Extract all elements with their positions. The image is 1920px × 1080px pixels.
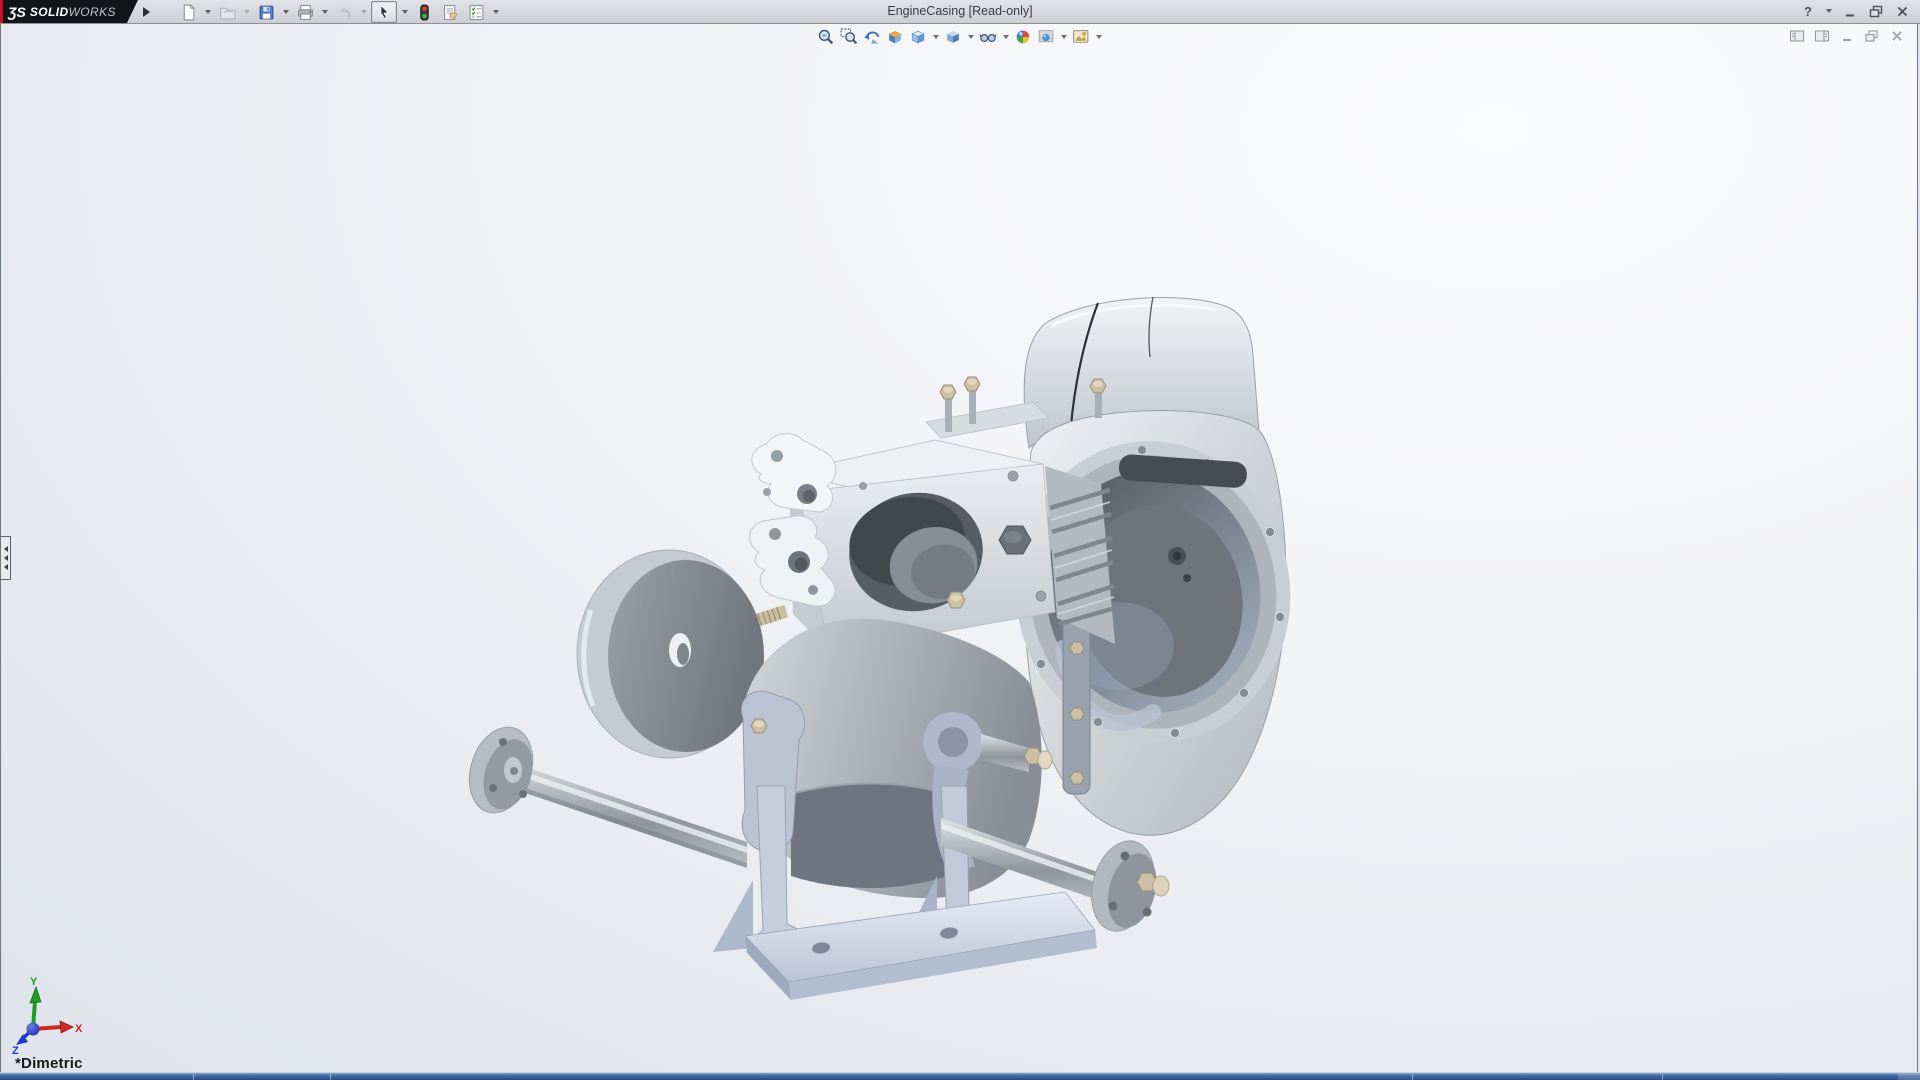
help-button[interactable]: ? [1798,2,1818,20]
close-button[interactable] [1892,2,1912,20]
triad-y-label: Y [30,976,38,988]
triad-origin-ball [27,1023,40,1036]
help-dropdown[interactable] [1824,2,1834,20]
restore-button[interactable] [1866,2,1886,20]
status-divider [1412,1074,1413,1080]
status-divider [330,1074,331,1080]
collapse-arrow-icon [4,546,8,552]
graphics-area[interactable]: Y X Z *Dimetric [0,24,1918,1073]
status-divider [1662,1074,1663,1080]
collapse-arrow-icon [4,555,8,561]
solidworks-window: ƷS SOLIDWORKS [0,0,1920,1080]
triad-x-arrow [60,1021,73,1033]
triad-z-label: Z [12,1045,19,1055]
window-title: EngineCasing [Read-only] [0,4,1920,18]
triad-y-arrow [30,987,41,1003]
orientation-triad: Y X Z [11,975,83,1055]
resize-grip[interactable] [1898,1073,1920,1080]
status-bar [0,1072,1920,1080]
close-icon [1896,5,1909,18]
triad-x-label: X [75,1023,83,1035]
engine-casing-model[interactable] [1,24,1919,1073]
restore-icon [1869,5,1883,18]
featuremanager-collapsed-tab[interactable] [1,536,11,580]
title-bar: ƷS SOLIDWORKS [0,0,1920,24]
minimize-icon [1844,5,1857,18]
status-divider [193,1074,194,1080]
view-orientation-label: *Dimetric [15,1055,83,1072]
minimize-button[interactable] [1840,2,1860,20]
collapse-arrow-icon [4,564,8,570]
window-controls: ? [1798,2,1912,20]
